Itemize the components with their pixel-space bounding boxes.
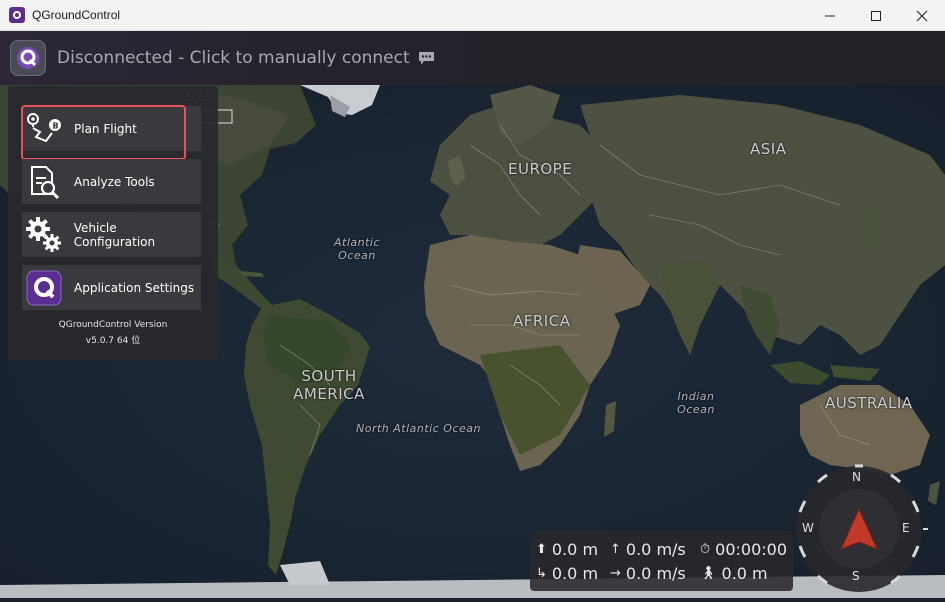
map-label-europe: EUROPE (508, 160, 573, 178)
minimize-icon (825, 15, 835, 16)
menu-item-label: Vehicle Configuration (73, 220, 156, 249)
window-title-bar: QGroundControl (0, 0, 945, 31)
arrow-right-icon: → (610, 566, 621, 581)
altitude-readout: ⬆ 0.0 m (536, 540, 598, 559)
menu-item-analyze-tools[interactable]: Analyze Tools (22, 159, 201, 204)
distance-pilot-readout: 🚶︎ 0.0 m (700, 564, 768, 583)
ground-speed-value: 0.0 m/s (625, 564, 686, 583)
qgc-logo-button[interactable] (10, 40, 46, 76)
distance-home-value: 0.0 m (551, 564, 599, 583)
maximize-icon (871, 10, 881, 21)
main-toolbar: Disconnected - Click to manually connect (0, 31, 945, 85)
stopwatch-icon: ⏱ (700, 542, 711, 557)
app-icon (9, 7, 25, 23)
menu-item-application-settings[interactable]: Application Settings (22, 265, 201, 310)
map-label-north-atlantic-ocean: North Atlantic Ocean (356, 422, 481, 435)
version-value: v5.0.7 64 位 (85, 336, 141, 346)
close-icon (916, 10, 928, 21)
return-arrow-icon: ↳ (536, 566, 547, 581)
altitude-value: 0.0 m (551, 540, 599, 559)
version-title: QGroundControl Version (58, 320, 168, 330)
compass-label-north: N (852, 470, 861, 484)
analyze-tools-icon (22, 159, 66, 204)
map-label-atlantic-ocean: Atlantic Ocean (333, 236, 381, 262)
distance-home-readout: ↳ 0.0 m (536, 564, 598, 583)
menu-item-label: Analyze Tools (74, 174, 155, 189)
vertical-speed-value: 0.0 m/s (625, 540, 686, 559)
minimize-button[interactable] (807, 0, 853, 31)
map-label-indian-ocean: Indian Ocean (677, 390, 715, 416)
compass-label-south: S (852, 569, 860, 583)
map-label-south-america: SOUTH AMERICA (293, 367, 365, 403)
menu-item-vehicle-configuration[interactable]: Vehicle Configuration (22, 212, 201, 257)
map-label-africa: AFRICA (513, 312, 571, 330)
map-label-asia: ASIA (750, 140, 787, 158)
compass-widget: N E S W (790, 460, 935, 598)
chat-bubble-icon[interactable] (418, 51, 435, 66)
connection-status-text[interactable]: Disconnected - Click to manually connect (57, 48, 410, 68)
plan-flight-highlight (21, 105, 186, 160)
flight-time-value: 00:00:00 (715, 540, 787, 559)
menu-item-label: Application Settings (74, 280, 195, 295)
telemetry-panel: ⬆ 0.0 m ↑ 0.0 m/s ⏱ 00:00:00 ↳ 0.0 m → 0… (530, 531, 793, 591)
person-walking-icon: 🚶︎ (700, 566, 717, 581)
distance-pilot-value: 0.0 m (721, 564, 768, 583)
vertical-speed-readout: ↑ 0.0 m/s (610, 540, 686, 559)
close-button[interactable] (899, 0, 945, 31)
arrow-up-bold-icon: ⬆ (536, 542, 547, 557)
compass-label-west: W (802, 521, 814, 535)
ground-speed-readout: → 0.0 m/s (610, 564, 686, 583)
compass-label-east: E (902, 521, 910, 535)
arrow-up-icon: ↑ (610, 542, 621, 557)
vehicle-config-icon (22, 212, 66, 257)
qgc-logo-icon (17, 47, 39, 69)
flight-time-readout: ⏱ 00:00:00 (700, 540, 787, 559)
map-label-australia: AUSTRALIA (825, 394, 913, 412)
tool-selection-menu: B Plan Flight Analyze Tools Vehicle Conf… (8, 86, 218, 360)
window-title: QGroundControl (32, 8, 121, 22)
app-settings-icon (22, 265, 66, 310)
maximize-button[interactable] (853, 0, 899, 31)
